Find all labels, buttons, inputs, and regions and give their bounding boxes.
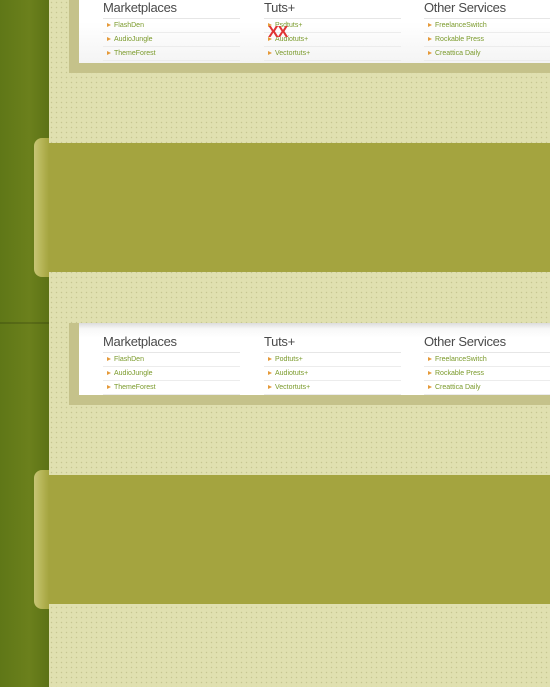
column-title: Other Services bbox=[424, 332, 550, 353]
link-label: FlashDen bbox=[114, 356, 144, 363]
arrow-icon bbox=[107, 357, 111, 361]
footer-column-marketplaces: Marketplaces FlashDen AudioJungle ThemeF… bbox=[103, 332, 240, 395]
footer-link[interactable]: FlashDen bbox=[103, 19, 240, 33]
column-title: Tuts+ bbox=[264, 332, 401, 353]
footer-inner-bottom: Marketplaces FlashDen AudioJungle ThemeF… bbox=[79, 323, 550, 395]
footer-link[interactable]: Creattica Daily bbox=[424, 47, 550, 61]
link-label: ThemeForest bbox=[114, 384, 156, 391]
banner-top bbox=[34, 138, 550, 277]
footer-panel-top: Marketplaces FlashDen AudioJungle ThemeF… bbox=[69, 0, 550, 73]
link-label: Vectortuts+ bbox=[275, 50, 311, 57]
banner-curl bbox=[34, 470, 49, 609]
column-title: Tuts+ bbox=[264, 0, 401, 19]
footer-link[interactable]: AudioJungle bbox=[103, 367, 240, 381]
footer-column-marketplaces: Marketplaces FlashDen AudioJungle ThemeF… bbox=[103, 0, 240, 61]
footer-inner-top: Marketplaces FlashDen AudioJungle ThemeF… bbox=[79, 0, 550, 63]
footer-link[interactable]: Creattica Daily bbox=[424, 381, 550, 395]
arrow-icon bbox=[107, 371, 111, 375]
arrow-icon bbox=[428, 357, 432, 361]
footer-link[interactable]: FlashDen bbox=[103, 353, 240, 367]
link-label: Vectortuts+ bbox=[275, 384, 311, 391]
footer-column-tuts: Tuts+ Podtuts+ Audiotuts+ Vectortuts+ bbox=[264, 332, 401, 395]
footer-link[interactable]: Rockable Press bbox=[424, 33, 550, 47]
link-label: AudioJungle bbox=[114, 370, 153, 377]
footer-link[interactable]: Vectortuts+ bbox=[264, 47, 401, 61]
footer-panel-bottom: Marketplaces FlashDen AudioJungle ThemeF… bbox=[69, 323, 550, 405]
footer-link[interactable]: Vectortuts+ bbox=[264, 381, 401, 395]
footer-link[interactable]: Podtuts+ bbox=[264, 353, 401, 367]
link-label: FreelanceSwitch bbox=[435, 356, 487, 363]
link-label: Creattica Daily bbox=[435, 384, 481, 391]
arrow-icon bbox=[428, 371, 432, 375]
column-title: Other Services bbox=[424, 0, 550, 19]
footer-link[interactable]: AudioJungle bbox=[103, 33, 240, 47]
footer-link[interactable]: FreelanceSwitch bbox=[424, 353, 550, 367]
arrow-icon bbox=[428, 37, 432, 41]
link-label: Audiotuts+ bbox=[275, 370, 309, 377]
footer-link[interactable]: ThemeForest bbox=[103, 381, 240, 395]
arrow-icon bbox=[268, 51, 272, 55]
link-label: Podtuts+ bbox=[275, 356, 303, 363]
overlay-mark: XX bbox=[268, 24, 288, 41]
arrow-icon bbox=[428, 385, 432, 389]
arrow-icon bbox=[268, 371, 272, 375]
link-label: AudioJungle bbox=[114, 36, 153, 43]
link-label: Rockable Press bbox=[435, 370, 485, 377]
link-label: Rockable Press bbox=[435, 36, 485, 43]
arrow-icon bbox=[107, 23, 111, 27]
link-label: Creattica Daily bbox=[435, 50, 481, 57]
link-label: FlashDen bbox=[114, 22, 144, 29]
arrow-icon bbox=[268, 385, 272, 389]
footer-link[interactable]: Rockable Press bbox=[424, 367, 550, 381]
link-label: FreelanceSwitch bbox=[435, 22, 487, 29]
arrow-icon bbox=[107, 37, 111, 41]
link-label: ThemeForest bbox=[114, 50, 156, 57]
footer-link[interactable]: ThemeForest bbox=[103, 47, 240, 61]
arrow-icon bbox=[107, 51, 111, 55]
sidebar-seam bbox=[0, 322, 49, 324]
footer-column-other-services: Other Services FreelanceSwitch Rockable … bbox=[424, 0, 550, 61]
arrow-icon bbox=[428, 23, 432, 27]
arrow-icon bbox=[268, 357, 272, 361]
footer-link[interactable]: Audiotuts+ bbox=[264, 367, 401, 381]
banner-curl bbox=[34, 138, 49, 277]
column-title: Marketplaces bbox=[103, 0, 240, 19]
arrow-icon bbox=[428, 51, 432, 55]
arrow-icon bbox=[107, 385, 111, 389]
banner-bottom bbox=[34, 470, 550, 609]
footer-link[interactable]: FreelanceSwitch bbox=[424, 19, 550, 33]
footer-column-other-services: Other Services FreelanceSwitch Rockable … bbox=[424, 332, 550, 395]
column-title: Marketplaces bbox=[103, 332, 240, 353]
